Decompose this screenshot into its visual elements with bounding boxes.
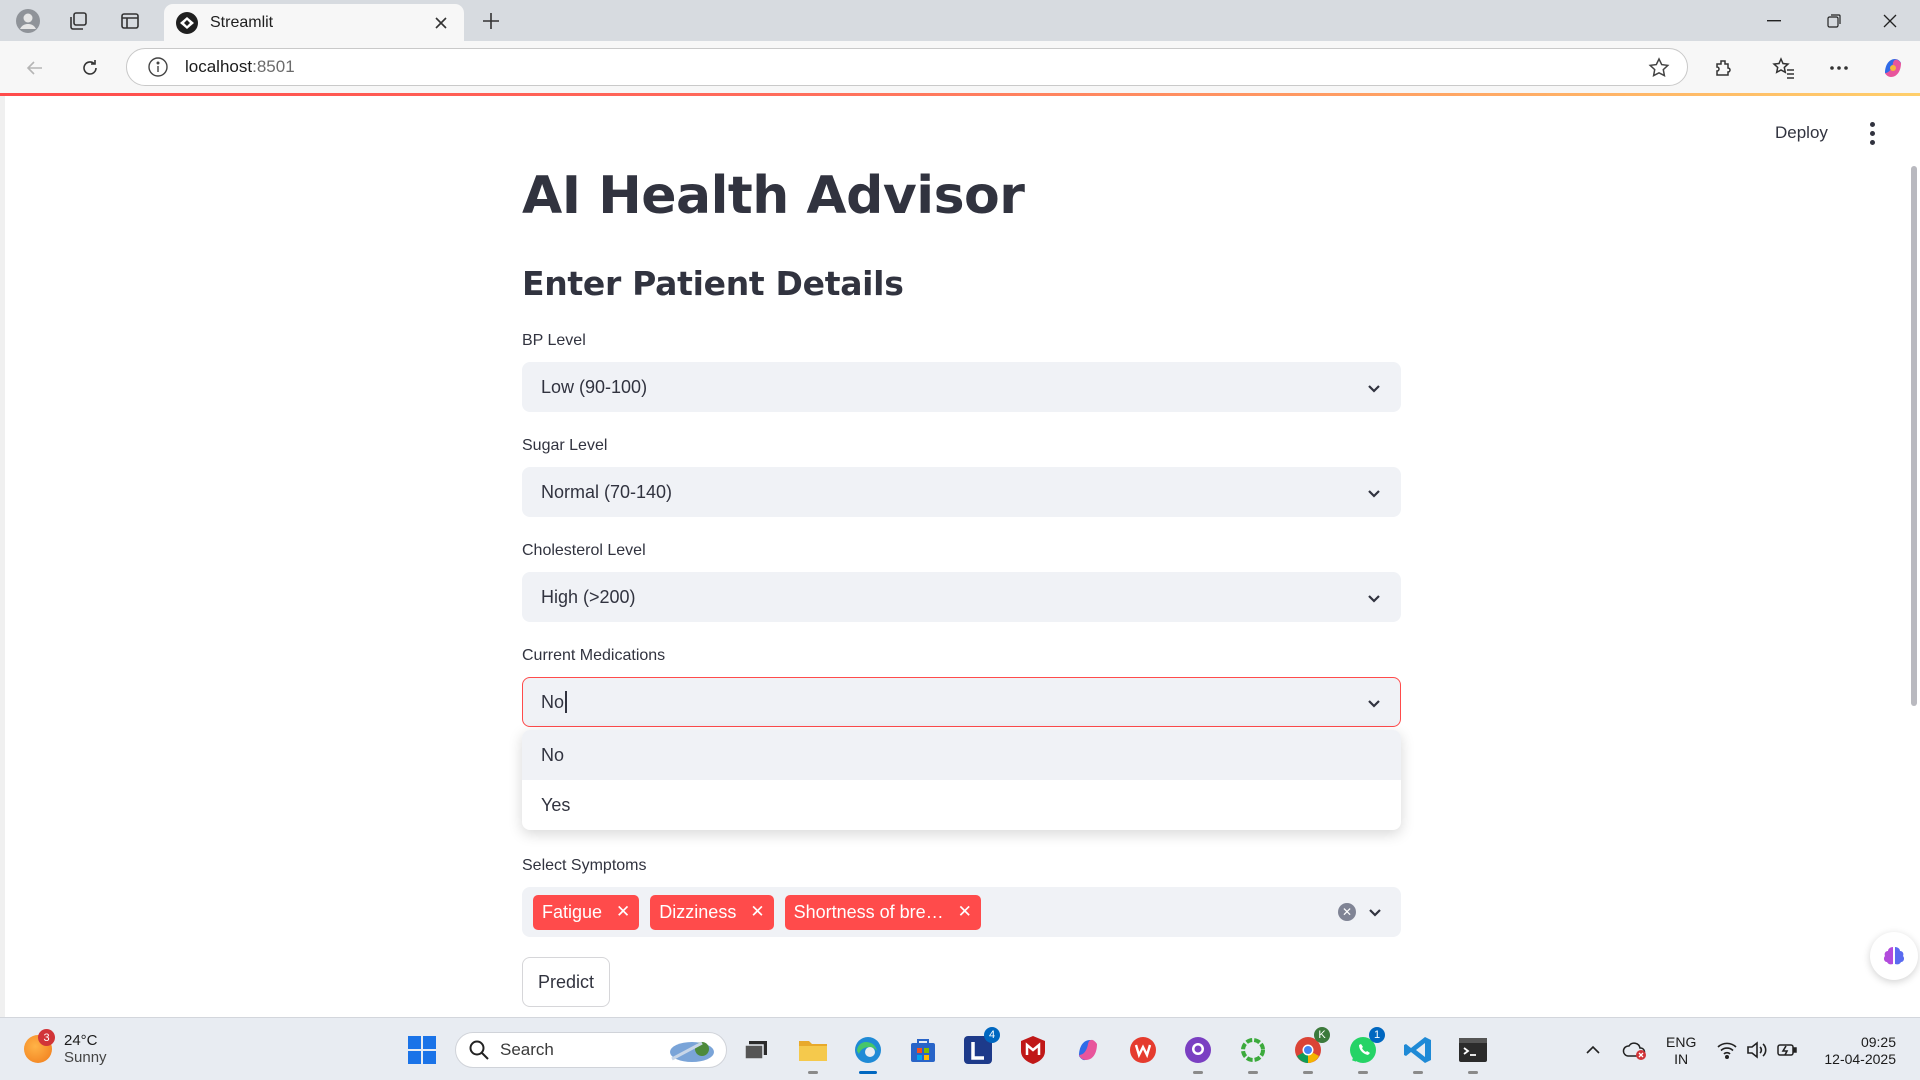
terminal-icon[interactable]: [1453, 1030, 1493, 1074]
bp-level-select[interactable]: Low (90-100): [522, 362, 1401, 412]
symptom-chip-label: Dizziness: [659, 901, 737, 922]
chevron-down-icon: [1368, 490, 1380, 498]
battery-icon[interactable]: [1774, 1018, 1800, 1080]
volume-icon[interactable]: [1744, 1018, 1770, 1080]
notification-badge: 4: [984, 1027, 1000, 1043]
task-view-icon[interactable]: [736, 1030, 776, 1070]
symptoms-label: Select Symptoms: [522, 857, 647, 874]
chevron-down-icon[interactable]: [1365, 902, 1385, 922]
symptom-chip-label: Shortness of bre…: [793, 901, 944, 922]
file-explorer-icon[interactable]: [793, 1030, 833, 1074]
dropdown-option-yes[interactable]: Yes: [522, 780, 1401, 830]
chrome-icon[interactable]: K: [1288, 1027, 1330, 1074]
l-app-icon[interactable]: 4: [958, 1027, 1000, 1070]
copilot-app-icon[interactable]: [1068, 1030, 1108, 1070]
bp-level-value: Low (90-100): [541, 376, 648, 397]
copilot-icon[interactable]: [1876, 53, 1910, 83]
bp-level-label: BP Level: [522, 332, 586, 349]
medications-value: No: [541, 691, 565, 712]
streamlit-favicon-icon: [176, 11, 198, 34]
profile-icon[interactable]: [8, 8, 48, 34]
taskbar-search-input[interactable]: Search: [455, 1032, 727, 1068]
more-options-icon[interactable]: [1822, 53, 1856, 83]
address-bar-row: localhost:8501: [0, 41, 1920, 93]
edge-browser-icon[interactable]: [848, 1030, 888, 1074]
symptom-chip: Fatigue ✕: [533, 894, 640, 930]
minimize-icon[interactable]: [1746, 0, 1802, 41]
medications-label: Current Medications: [522, 647, 666, 664]
profile-badge: K: [1314, 1027, 1330, 1043]
browser-tab-streamlit[interactable]: Streamlit: [164, 4, 464, 41]
tab-title: Streamlit: [210, 13, 274, 31]
remove-chip-icon[interactable]: ✕: [616, 902, 630, 922]
onedrive-error-icon[interactable]: [1618, 1018, 1652, 1080]
sun-icon: 3: [24, 1029, 55, 1063]
workspaces-icon[interactable]: [58, 8, 98, 34]
sugar-level-value: Normal (70-140): [541, 481, 673, 502]
symptom-chip-label: Fatigue: [542, 901, 603, 922]
wps-office-icon[interactable]: [1123, 1030, 1163, 1070]
weather-badge: 3: [38, 1029, 55, 1046]
text-caret: [565, 691, 568, 713]
url-text: localhost:8501: [185, 57, 295, 76]
assistant-brain-icon[interactable]: [1870, 932, 1918, 980]
back-arrow-icon[interactable]: [18, 53, 52, 83]
remove-chip-icon[interactable]: ✕: [958, 902, 972, 922]
windows-taskbar: 3 24°C Sunny Search 4 K 1 ENG IN 09:25 1…: [0, 1017, 1920, 1080]
medications-dropdown-menu: No Yes: [522, 730, 1401, 830]
weather-temp: 24°C: [64, 1032, 98, 1049]
cholesterol-level-label: Cholesterol Level: [522, 542, 646, 559]
search-highlight-icon: [670, 1041, 714, 1062]
chevron-down-icon: [1368, 595, 1380, 603]
show-hidden-icons-icon[interactable]: [1580, 1018, 1606, 1080]
symptoms-multiselect[interactable]: Fatigue ✕ Dizziness ✕ Shortness of bre… …: [522, 887, 1401, 937]
chevron-down-icon: [1368, 385, 1380, 393]
url-bar[interactable]: localhost:8501: [126, 48, 1688, 86]
cholesterol-level-value: High (>200): [541, 586, 636, 607]
green-ring-app-icon[interactable]: [1233, 1030, 1273, 1074]
page-title: AI Health Advisor: [522, 166, 1025, 226]
search-icon: [469, 1040, 489, 1060]
close-window-icon[interactable]: [1862, 0, 1918, 41]
favorites-icon[interactable]: [1767, 53, 1801, 83]
cholesterol-level-select[interactable]: High (>200): [522, 572, 1401, 622]
wifi-icon[interactable]: [1714, 1018, 1740, 1080]
windows-start-icon[interactable]: [402, 1030, 442, 1070]
mcafee-icon[interactable]: [1013, 1030, 1053, 1070]
favorite-star-icon[interactable]: [1647, 56, 1671, 80]
weather-condition: Sunny: [64, 1049, 107, 1066]
input-language[interactable]: ENG IN: [1666, 1034, 1696, 1068]
main-menu-icon[interactable]: [1862, 120, 1882, 146]
chevron-down-icon: [1368, 700, 1380, 708]
dropdown-option-no[interactable]: No: [522, 730, 1401, 780]
extensions-icon[interactable]: [1707, 53, 1741, 83]
deploy-button[interactable]: Deploy: [1775, 123, 1828, 143]
sugar-level-label: Sugar Level: [522, 437, 608, 454]
symptom-chip: Shortness of bre… ✕: [784, 894, 981, 930]
restore-icon[interactable]: [1806, 0, 1862, 41]
browser-tab-bar: Streamlit: [0, 0, 1920, 41]
app-viewport: Deploy AI Health Advisor Enter Patient D…: [0, 96, 1920, 1017]
symptom-chip: Dizziness ✕: [650, 894, 774, 930]
medications-select[interactable]: No: [522, 677, 1401, 727]
vertical-tabs-icon[interactable]: [110, 8, 150, 34]
search-placeholder: Search: [500, 1040, 554, 1059]
sugar-level-select[interactable]: Normal (70-140): [522, 467, 1401, 517]
notification-badge: 1: [1369, 1027, 1385, 1043]
system-clock[interactable]: 09:25 12-04-2025: [1816, 1034, 1896, 1068]
remove-chip-icon[interactable]: ✕: [750, 902, 764, 922]
github-desktop-icon[interactable]: [1178, 1030, 1218, 1074]
weather-widget[interactable]: 3 24°C Sunny: [24, 1029, 107, 1066]
refresh-icon[interactable]: [73, 53, 107, 83]
whatsapp-icon[interactable]: 1: [1343, 1027, 1385, 1074]
new-tab-icon[interactable]: [476, 9, 506, 33]
site-info-icon[interactable]: [147, 56, 169, 78]
vscode-icon[interactable]: [1398, 1030, 1438, 1074]
predict-button[interactable]: Predict: [522, 957, 611, 1007]
microsoft-store-icon[interactable]: [903, 1030, 943, 1070]
page-scrollbar[interactable]: [1911, 166, 1917, 706]
section-heading: Enter Patient Details: [522, 264, 904, 303]
close-tab-icon[interactable]: [430, 12, 452, 34]
clear-all-icon[interactable]: ✕: [1338, 903, 1356, 921]
